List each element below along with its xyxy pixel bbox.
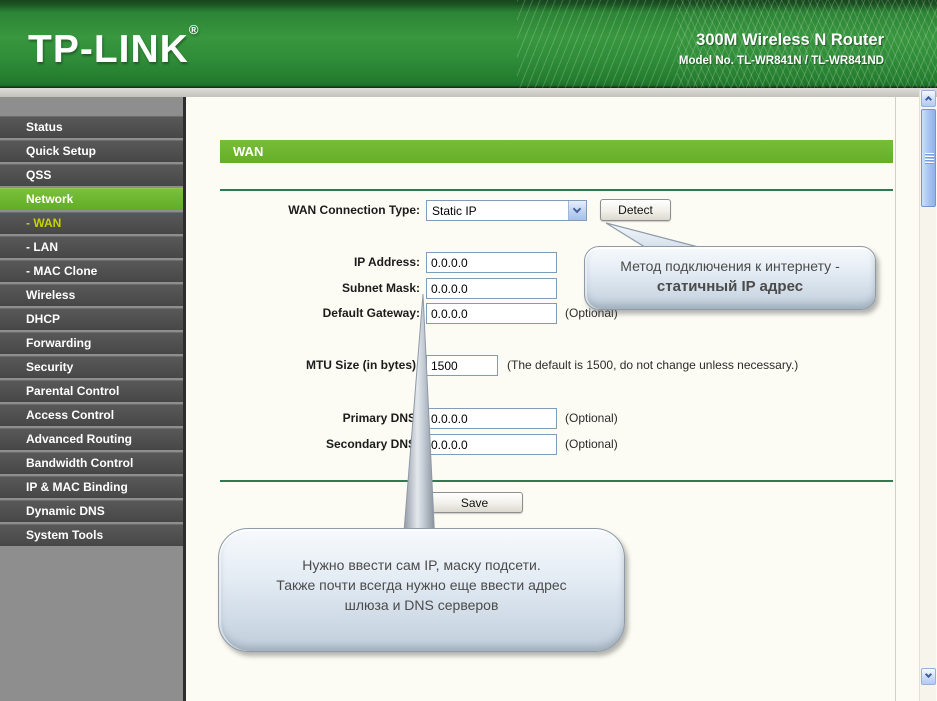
sidebar-item-system-tools[interactable]: System Tools (0, 524, 183, 546)
chevron-down-icon (924, 670, 933, 679)
content-right-divider (895, 97, 896, 701)
sidebar-item-wan[interactable]: - WAN (0, 212, 183, 234)
tooltip-text: Нужно ввести сам IP, маску подсети. (302, 557, 541, 573)
sidebar-item-mac-clone[interactable]: - MAC Clone (0, 260, 183, 282)
sidebar-item-status[interactable]: Status (0, 116, 183, 138)
primary-dns-input[interactable] (426, 408, 557, 429)
subnet-mask-label: Subnet Mask: (341, 281, 420, 295)
tooltip-fields-hint: Нужно ввести сам IP, маску подсети. Такж… (218, 528, 625, 652)
tooltip-text: Метод подключения к интернету - (620, 258, 840, 274)
mtu-size-label: MTU Size (in bytes): (305, 358, 420, 372)
scroll-up-button[interactable] (921, 90, 936, 107)
sidebar-menu: Status Quick Setup QSS Network - WAN - LAN - M… (0, 97, 186, 701)
tooltip-text: шлюза и DNS серверов (344, 597, 499, 613)
sidebar-item-parental-control[interactable]: Parental Control (0, 380, 183, 402)
sidebar-item-advanced-routing[interactable]: Advanced Routing (0, 428, 183, 450)
subnet-mask-input[interactable] (426, 278, 557, 299)
sidebar-item-forwarding[interactable]: Forwarding (0, 332, 183, 354)
secondary-dns-label: Secondary DNS: (325, 437, 420, 451)
default-gateway-label: Default Gateway: (322, 306, 420, 320)
tooltip-text-bold: статичный IP адрес (656, 278, 804, 295)
sidebar-item-network[interactable]: Network (0, 188, 183, 210)
sidebar-item-quick-setup[interactable]: Quick Setup (0, 140, 183, 162)
scrollbar-thumb[interactable] (921, 109, 936, 207)
tooltip-tail-pointer (402, 293, 436, 545)
tp-link-logo: TP-LINK® (28, 22, 200, 71)
header-bottom-strip (0, 88, 937, 97)
sidebar-item-dhcp[interactable]: DHCP (0, 308, 183, 330)
sidebar-item-lan[interactable]: - LAN (0, 236, 183, 258)
scroll-down-button[interactable] (921, 668, 936, 685)
top-separator (220, 189, 893, 191)
detect-button[interactable]: Detect (600, 199, 671, 221)
tooltip-connection-type: Метод подключения к интернету - статичны… (584, 246, 876, 310)
chevron-up-icon (924, 95, 933, 104)
sidebar-item-security[interactable]: Security (0, 356, 183, 378)
tooltip-text: Также почти всегда нужно еще ввести адре… (276, 577, 567, 593)
sidebar-item-wireless[interactable]: Wireless (0, 284, 183, 306)
wan-connection-type-select[interactable]: Static IP (426, 200, 587, 221)
vertical-scrollbar[interactable] (919, 90, 936, 701)
model-number: Model No. TL-WR841N / TL-WR841ND (678, 55, 884, 67)
page-title: WAN (220, 140, 893, 163)
sidebar-item-ip-mac-binding[interactable]: IP & MAC Binding (0, 476, 183, 498)
mtu-note: (The default is 1500, do not change unle… (507, 358, 799, 372)
chevron-down-icon[interactable] (568, 201, 586, 220)
sidebar-item-qss[interactable]: QSS (0, 164, 183, 186)
sidebar-item-bandwidth-control[interactable]: Bandwidth Control (0, 452, 183, 474)
sidebar-item-dynamic-dns[interactable]: Dynamic DNS (0, 500, 183, 522)
selected-option-text: Static IP (432, 204, 477, 218)
header-product-info: 300M Wireless N Router Model No. TL-WR84… (679, 31, 884, 67)
secondary-dns-optional-note: (Optional) (565, 437, 618, 451)
ip-address-label: IP Address: (353, 255, 420, 269)
ip-address-input[interactable] (426, 252, 557, 273)
primary-dns-label: Primary DNS: (342, 411, 420, 425)
product-name: 300M Wireless N Router (696, 31, 884, 49)
sidebar-item-access-control[interactable]: Access Control (0, 404, 183, 426)
secondary-dns-input[interactable] (426, 434, 557, 455)
router-admin-page: TP-LINK® 300M Wireless N Router Model No… (0, 0, 937, 701)
bottom-separator (220, 480, 893, 482)
header: TP-LINK® 300M Wireless N Router Model No… (0, 0, 937, 88)
default-gateway-input[interactable] (426, 303, 557, 324)
sidebar-item-list: Status Quick Setup QSS Network - WAN - LAN - M… (0, 116, 183, 548)
scrollbar-grip (925, 153, 934, 164)
wan-connection-type-label: WAN Connection Type: (288, 203, 420, 217)
primary-dns-optional-note: (Optional) (565, 411, 618, 425)
